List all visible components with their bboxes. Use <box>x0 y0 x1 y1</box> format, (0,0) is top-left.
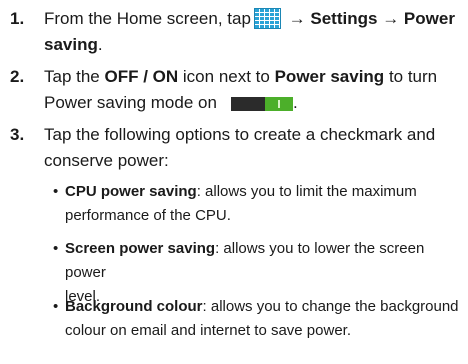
toggle-on-icon <box>230 97 293 111</box>
step-text: Tap the following options to create a ch… <box>44 125 436 170</box>
instructions-page: 1. From the Home screen, tap → Settings … <box>0 0 468 364</box>
bullet-text: Background colour: allows you to change … <box>65 298 459 339</box>
bullet-dot: • <box>53 298 59 315</box>
bullet-dot: • <box>53 183 59 200</box>
step-number: 1. <box>10 9 25 28</box>
step-number: 2. <box>10 67 25 86</box>
bullet-text: CPU power saving: allows you to limit th… <box>65 183 417 224</box>
bullet-dot: • <box>53 240 59 257</box>
step-text: From the Home screen, tap → Settings → P… <box>44 8 455 54</box>
apps-grid-icon <box>253 8 281 29</box>
step-text: Tap the OFF / ON icon next to Power savi… <box>44 67 438 112</box>
step-number: 3. <box>10 125 25 144</box>
